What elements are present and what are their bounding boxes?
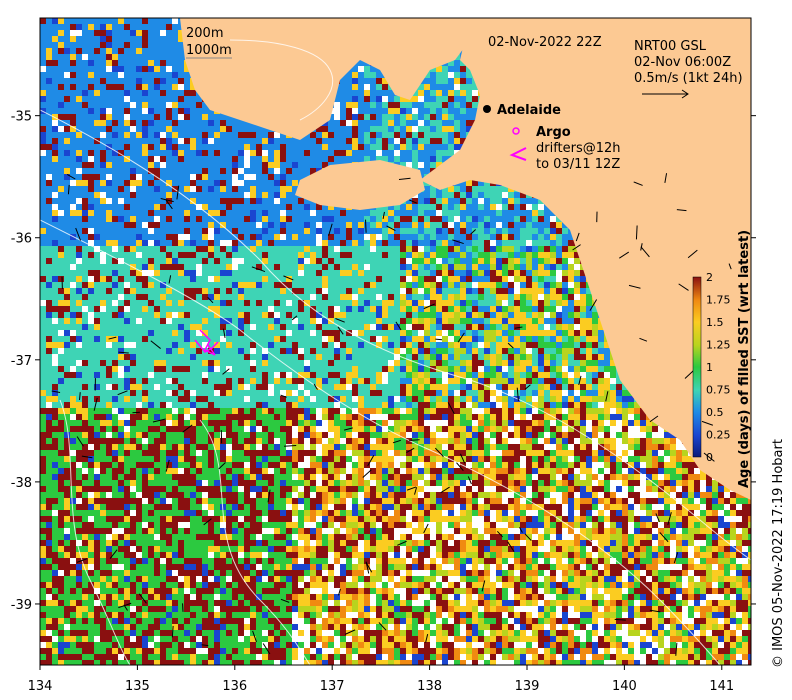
map-datetime: 02-Nov-2022 22Z [488,35,602,50]
colorbar-tick-label: 0.75 [706,384,731,397]
y-tick-label: -37 [11,354,32,369]
colorbar-tick-label: 0.25 [706,429,731,442]
x-tick-label: 136 [222,679,247,694]
colorbar-tick-label: 0 [706,451,713,464]
x-tick-label: 134 [28,679,53,694]
velocity-scale-label: 0.5m/s (1kt 24h) [634,71,743,86]
x-tick-label: 139 [515,679,540,694]
colorbar-tick-label: 1 [706,361,713,374]
argo-legend-label: Argo [536,125,571,140]
y-tick-label: -35 [11,110,32,125]
drifter-legend-label-2: to 03/11 12Z [536,157,620,172]
x-axis: 134 135 136 137 138 139 140 141 [28,665,734,694]
product-name: NRT00 GSL [634,39,707,54]
isobath-label-1000m: 1000m [186,43,232,58]
x-tick-label: 137 [320,679,345,694]
y-tick-label: -38 [11,476,32,491]
map-figure: 134 135 136 137 138 139 140 141 -35 -36 -37 -38 -39… [11,17,786,694]
x-tick-label: 135 [125,679,150,694]
x-tick-label: 138 [417,679,442,694]
colorbar-scale [692,276,702,458]
credit-text: © IMOS 05-Nov-2022 17:19 Hobart [771,439,786,668]
colorbar-tick-label: 0.5 [706,406,724,419]
colorbar-tick-label: 1.5 [706,316,724,329]
x-tick-label: 140 [612,679,637,694]
y-tick-label: -39 [11,598,32,613]
isobath-label-200m: 200m [186,26,223,41]
y-tick-label: -36 [11,232,32,247]
adelaide-marker [483,105,491,113]
colorbar-label: Age (days) of filled SST (wrt latest) [737,230,752,488]
colorbar-tick-label: 1.75 [706,294,731,307]
drifter-legend-label-1: drifters@12h [536,141,621,156]
colorbar-tick-label: 2 [706,271,713,284]
product-time: 02-Nov 06:00Z [634,55,731,70]
x-tick-label: 141 [709,679,734,694]
sst-age-field [40,18,751,665]
colorbar-tick-label: 1.25 [706,339,731,352]
adelaide-label: Adelaide [497,103,561,118]
